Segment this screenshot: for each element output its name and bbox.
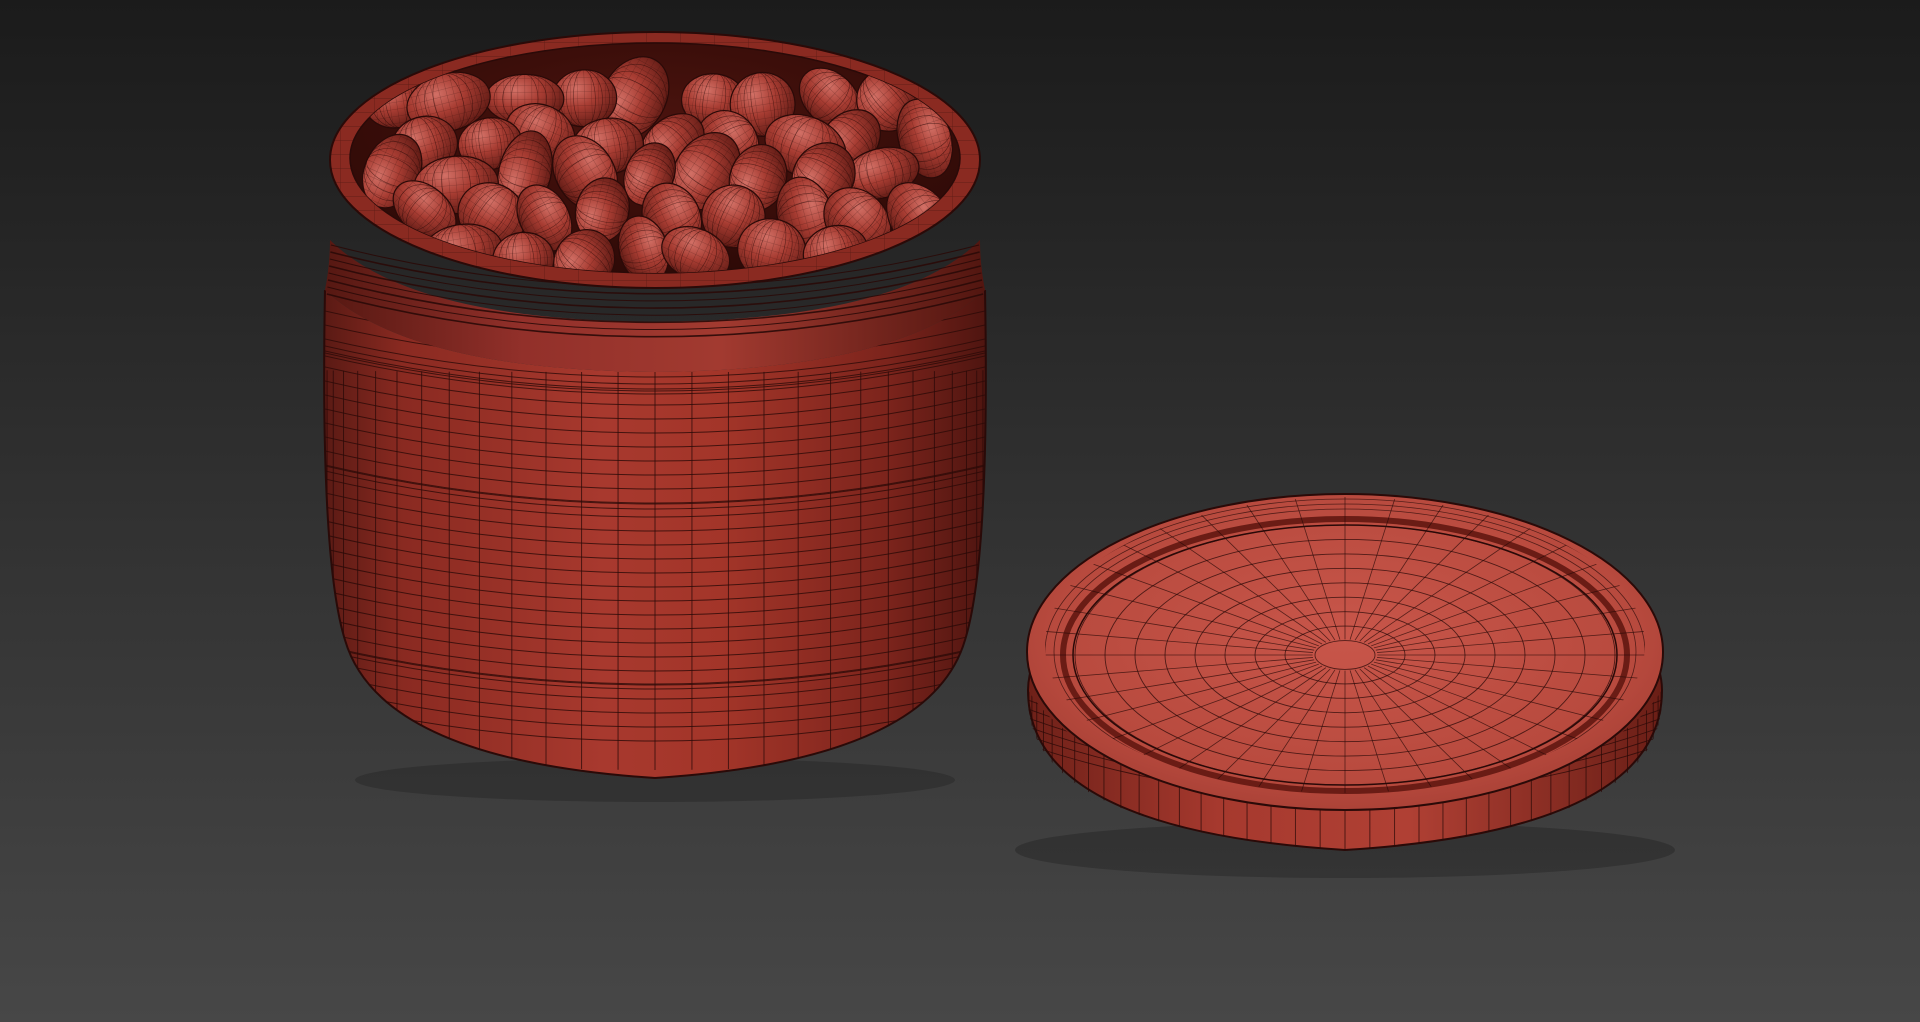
- 3d-viewport[interactable]: [0, 0, 1920, 1022]
- scene-canvas[interactable]: [0, 0, 1920, 1022]
- jar-model[interactable]: [300, 31, 1010, 802]
